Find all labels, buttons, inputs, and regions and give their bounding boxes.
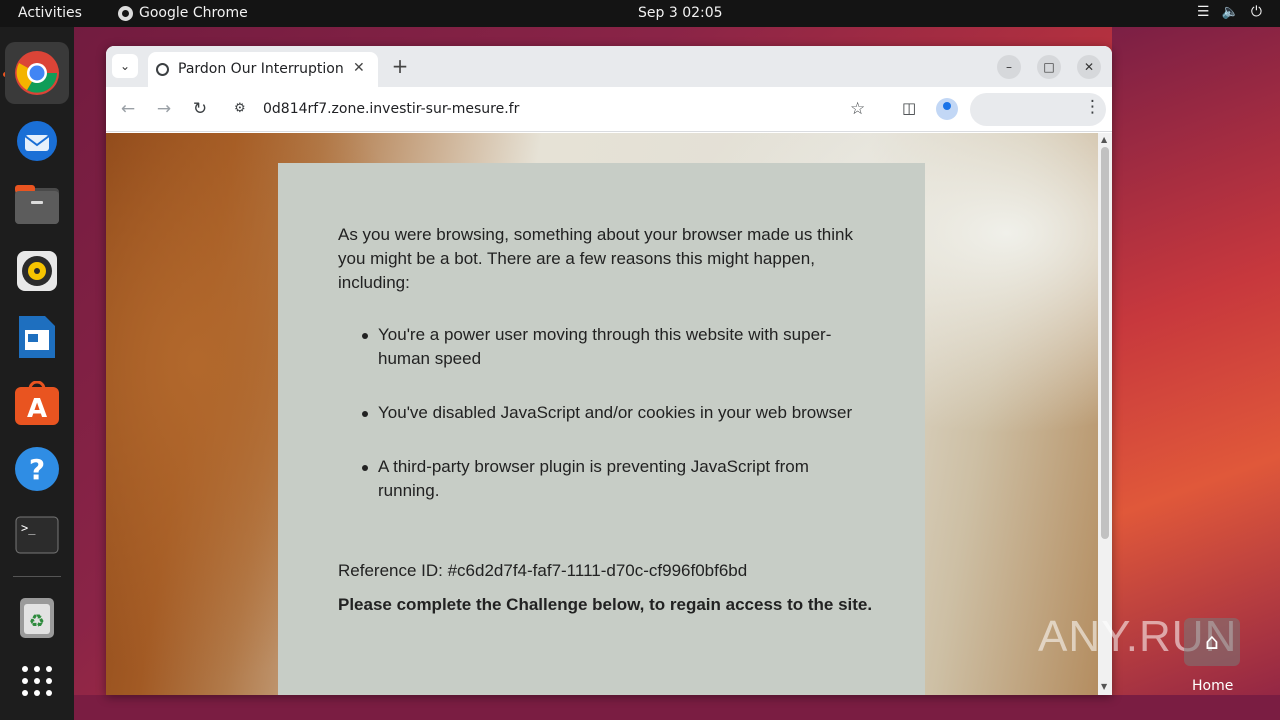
app-center-icon[interactable]: A [5, 372, 69, 434]
tab-search-button[interactable]: ⌄ [112, 54, 138, 78]
globe-icon [156, 63, 169, 76]
browser-toolbar: ← → ↻ ⚙ 0d814rf7.zone.investir-sur-mesur… [106, 87, 1112, 132]
tab-close-icon[interactable]: ✕ [353, 60, 365, 76]
volume-icon: 🔈 [1221, 4, 1239, 20]
files-icon[interactable] [5, 174, 69, 236]
home-folder-icon[interactable]: ⌂ [1184, 618, 1240, 666]
system-tray[interactable]: ☰ 🔈 ⏻ [1197, 4, 1262, 20]
dock-separator [13, 576, 61, 577]
scrollbar-thumb[interactable] [1101, 147, 1109, 539]
chrome-small-icon [118, 5, 133, 21]
chevron-down-icon: ⌄ [119, 59, 131, 73]
chrome-icon[interactable] [5, 42, 69, 104]
new-tab-button[interactable]: + [388, 54, 412, 78]
app-name: Google Chrome [139, 5, 248, 21]
intro-text: As you were browsing, something about yo… [338, 225, 853, 292]
close-window-button[interactable]: ✕ [1077, 55, 1101, 79]
app-menu[interactable]: Google Chrome [118, 5, 248, 21]
bookmark-star-icon[interactable]: ☆ [850, 99, 865, 119]
svg-text:A: A [27, 394, 47, 424]
side-panel-icon[interactable]: ◫ [902, 99, 916, 117]
url-text[interactable]: 0d814rf7.zone.investir-sur-mesure.fr [263, 101, 519, 117]
rhythmbox-icon[interactable] [5, 240, 69, 302]
scroll-down-icon[interactable]: ▼ [1101, 682, 1107, 691]
app-grid-icon[interactable] [5, 650, 69, 712]
network-icon: ☰ [1196, 4, 1210, 20]
top-bar: Activities Google Chrome Sep 3 02:05 ☰ 🔈… [0, 0, 1280, 27]
list-item: You're a power user moving through this … [338, 323, 858, 371]
power-icon: ⏻ [1250, 4, 1262, 20]
trash-icon[interactable]: ♻ [5, 587, 69, 649]
terminal-icon[interactable]: >_ [5, 504, 69, 566]
back-button[interactable]: ← [117, 99, 139, 119]
minimize-button[interactable]: – [997, 55, 1021, 79]
svg-text:>_: >_ [21, 521, 36, 535]
svg-text:?: ? [29, 453, 45, 486]
address-bar[interactable]: ⚙ 0d814rf7.zone.investir-sur-mesure.fr ☆ [224, 93, 884, 126]
page-viewport: As you were browsing, something about yo… [106, 133, 1098, 695]
challenge-text: Please complete the Challenge below, to … [338, 595, 873, 614]
profile-avatar[interactable] [936, 98, 958, 120]
home-label[interactable]: Home [1192, 678, 1233, 694]
chrome-window: ⌄ Pardon Our Interruption ✕ + – □ ✕ ← → … [106, 46, 1112, 695]
scroll-up-icon[interactable]: ▲ [1101, 135, 1107, 144]
libreoffice-writer-icon[interactable] [5, 306, 69, 368]
tab-title: Pardon Our Interruption [178, 61, 344, 77]
dock: A ? >_ ♻ [0, 27, 74, 720]
clock[interactable]: Sep 3 02:05 [638, 5, 723, 21]
interruption-card: As you were browsing, something about yo… [278, 163, 925, 695]
reload-button[interactable]: ↻ [189, 99, 211, 119]
menu-kebab-icon[interactable]: ⋮ [1084, 97, 1101, 117]
reference-id: Reference ID: #c6d2d7f4-faf7-1111-d70c-c… [338, 561, 748, 580]
forward-button[interactable]: → [153, 99, 175, 119]
tab-active[interactable]: Pardon Our Interruption ✕ [148, 52, 378, 87]
thunderbird-icon[interactable] [5, 108, 69, 170]
list-item: You've disabled JavaScript and/or cookie… [338, 401, 858, 425]
reasons-list: You're a power user moving through this … [338, 323, 858, 533]
site-info-icon[interactable]: ⚙ [234, 101, 246, 116]
list-item: A third-party browser plugin is preventi… [338, 455, 858, 503]
vertical-scrollbar[interactable]: ▲ ▼ [1098, 133, 1112, 695]
maximize-button[interactable]: □ [1037, 55, 1061, 79]
activities-button[interactable]: Activities [18, 5, 82, 21]
help-icon[interactable]: ? [5, 438, 69, 500]
svg-text:♻: ♻ [29, 611, 45, 632]
desktop-background-bottom [74, 695, 1280, 720]
tab-strip: ⌄ Pardon Our Interruption ✕ + – □ ✕ [106, 46, 1112, 87]
